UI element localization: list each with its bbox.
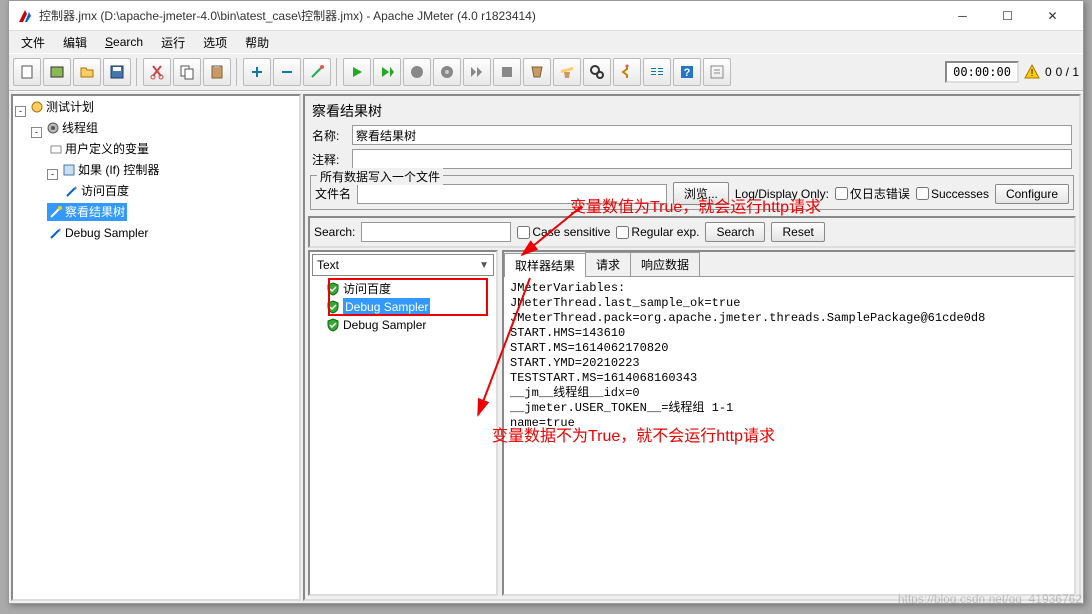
toggle-button[interactable]: [303, 58, 331, 86]
watermark: https://blog.csdn.net/qq_41936762: [898, 592, 1082, 606]
copy-button[interactable]: [173, 58, 201, 86]
help-button[interactable]: ?: [673, 58, 701, 86]
templates-button[interactable]: [43, 58, 71, 86]
shutdown-button[interactable]: [433, 58, 461, 86]
find-button[interactable]: [583, 58, 611, 86]
regex-checkbox[interactable]: Regular exp.: [616, 225, 699, 239]
start-notimer-button[interactable]: [373, 58, 401, 86]
menu-edit[interactable]: 编辑: [55, 32, 95, 53]
browse-button[interactable]: 浏览...: [673, 182, 729, 205]
open-button[interactable]: [73, 58, 101, 86]
tab-sampler-result[interactable]: 取样器结果: [504, 253, 586, 277]
svg-text:!: !: [1031, 68, 1034, 79]
clear-all-button[interactable]: [553, 58, 581, 86]
comment-input[interactable]: [352, 149, 1072, 169]
main-window: 控制器.jmx (D:\apache-jmeter-4.0\bin\atest_…: [8, 0, 1084, 604]
menubar: 文件 编辑 Search 运行 选项 帮助: [9, 31, 1083, 53]
successes-checkbox[interactable]: Successes: [916, 187, 989, 201]
file-group-legend: 所有数据写入一个文件: [317, 168, 443, 185]
renderer-combo[interactable]: Text: [312, 254, 494, 276]
start-button[interactable]: [343, 58, 371, 86]
name-input[interactable]: [352, 125, 1072, 145]
name-label: 名称:: [312, 127, 346, 144]
results-tree-pane: Text 访问百度 Debug Sampler Debug Sampler: [308, 250, 498, 596]
tab-request[interactable]: 请求: [585, 252, 631, 276]
comment-label: 注释:: [312, 151, 346, 168]
tree-if-controller[interactable]: 如果 (If) 控制器: [60, 161, 161, 179]
clear-button[interactable]: [523, 58, 551, 86]
remote-stop-button[interactable]: [493, 58, 521, 86]
warning-icon: !: [1023, 63, 1041, 81]
close-button[interactable]: ✕: [1030, 2, 1075, 30]
logdisplay-label: Log/Display Only:: [735, 187, 829, 201]
results-detail-pane: 取样器结果 请求 响应数据 JMeterVariables: JMeterThr…: [502, 250, 1076, 596]
save-button[interactable]: [103, 58, 131, 86]
right-pane: 察看结果树 名称: 注释: 所有数据写入一个文件 文件名 浏览... Log/D…: [303, 94, 1081, 601]
menu-file[interactable]: 文件: [13, 32, 53, 53]
results-tree[interactable]: 访问百度 Debug Sampler Debug Sampler: [310, 278, 496, 594]
result-item[interactable]: 访问百度: [314, 280, 492, 298]
elapsed-time: 00:00:00: [945, 61, 1019, 83]
filename-label: 文件名: [315, 185, 351, 202]
thread-counts: 0 / 1: [1056, 65, 1079, 79]
tree-thread-group[interactable]: 线程组: [44, 119, 100, 137]
search-button[interactable]: Search: [705, 222, 765, 242]
case-sensitive-checkbox[interactable]: Case sensitive: [517, 225, 610, 239]
maximize-button[interactable]: ☐: [985, 2, 1030, 30]
main-split: -测试计划 -线程组 用户定义的变量 -如果 (If) 控制器 访问百度: [9, 91, 1083, 603]
configure-button[interactable]: Configure: [995, 184, 1069, 204]
filename-input[interactable]: [357, 184, 667, 204]
toolbar-status: 00:00:00 ! 0 0 / 1: [945, 61, 1079, 83]
reset-button[interactable]: Reset: [771, 222, 824, 242]
expand-icon[interactable]: -: [31, 127, 42, 138]
expand-icon[interactable]: -: [47, 169, 58, 180]
menu-help[interactable]: 帮助: [237, 32, 277, 53]
result-item[interactable]: Debug Sampler: [314, 298, 492, 316]
search-label: Search:: [314, 225, 355, 239]
result-item[interactable]: Debug Sampler: [314, 316, 492, 334]
error-count: 0: [1045, 65, 1052, 79]
window-title: 控制器.jmx (D:\apache-jmeter-4.0\bin\atest_…: [39, 7, 940, 24]
panel-title: 察看结果树: [308, 99, 1076, 123]
file-output-group: 所有数据写入一个文件 文件名 浏览... Log/Display Only: 仅…: [310, 175, 1074, 210]
collapse-button[interactable]: [273, 58, 301, 86]
expand-button[interactable]: [243, 58, 271, 86]
test-plan-tree[interactable]: -测试计划 -线程组 用户定义的变量 -如果 (If) 控制器 访问百度: [11, 94, 301, 601]
toolbar: ? 00:00:00 ! 0 0 / 1: [9, 53, 1083, 91]
errors-only-checkbox[interactable]: 仅日志错误: [835, 185, 910, 202]
templates2-button[interactable]: [703, 58, 731, 86]
new-button[interactable]: [13, 58, 41, 86]
options-button[interactable]: [643, 58, 671, 86]
function-button[interactable]: [613, 58, 641, 86]
tree-http-request[interactable]: 访问百度: [63, 182, 131, 200]
result-tabs: 取样器结果 请求 响应数据: [504, 252, 1074, 277]
app-icon: [17, 8, 33, 24]
tree-test-plan[interactable]: 测试计划: [28, 98, 96, 116]
search-input[interactable]: [361, 222, 511, 242]
expand-icon[interactable]: -: [15, 106, 26, 117]
tree-debug-sampler[interactable]: Debug Sampler: [47, 224, 150, 242]
result-text[interactable]: JMeterVariables: JMeterThread.last_sampl…: [504, 277, 1074, 594]
tab-response[interactable]: 响应数据: [630, 252, 700, 276]
results-split: Text 访问百度 Debug Sampler Debug Sampler 取样…: [308, 250, 1076, 596]
titlebar: 控制器.jmx (D:\apache-jmeter-4.0\bin\atest_…: [9, 1, 1083, 31]
window-controls: ─ ☐ ✕: [940, 2, 1075, 30]
menu-run[interactable]: 运行: [153, 32, 193, 53]
tree-user-vars[interactable]: 用户定义的变量: [47, 140, 151, 158]
stop-button[interactable]: [403, 58, 431, 86]
paste-button[interactable]: [203, 58, 231, 86]
svg-text:?: ?: [684, 67, 691, 79]
menu-search[interactable]: Search: [97, 33, 151, 51]
search-panel: Search: Case sensitive Regular exp. Sear…: [308, 216, 1076, 248]
tree-view-results-tree[interactable]: 察看结果树: [47, 203, 127, 221]
menu-options[interactable]: 选项: [195, 32, 235, 53]
remote-start-button[interactable]: [463, 58, 491, 86]
minimize-button[interactable]: ─: [940, 2, 985, 30]
cut-button[interactable]: [143, 58, 171, 86]
